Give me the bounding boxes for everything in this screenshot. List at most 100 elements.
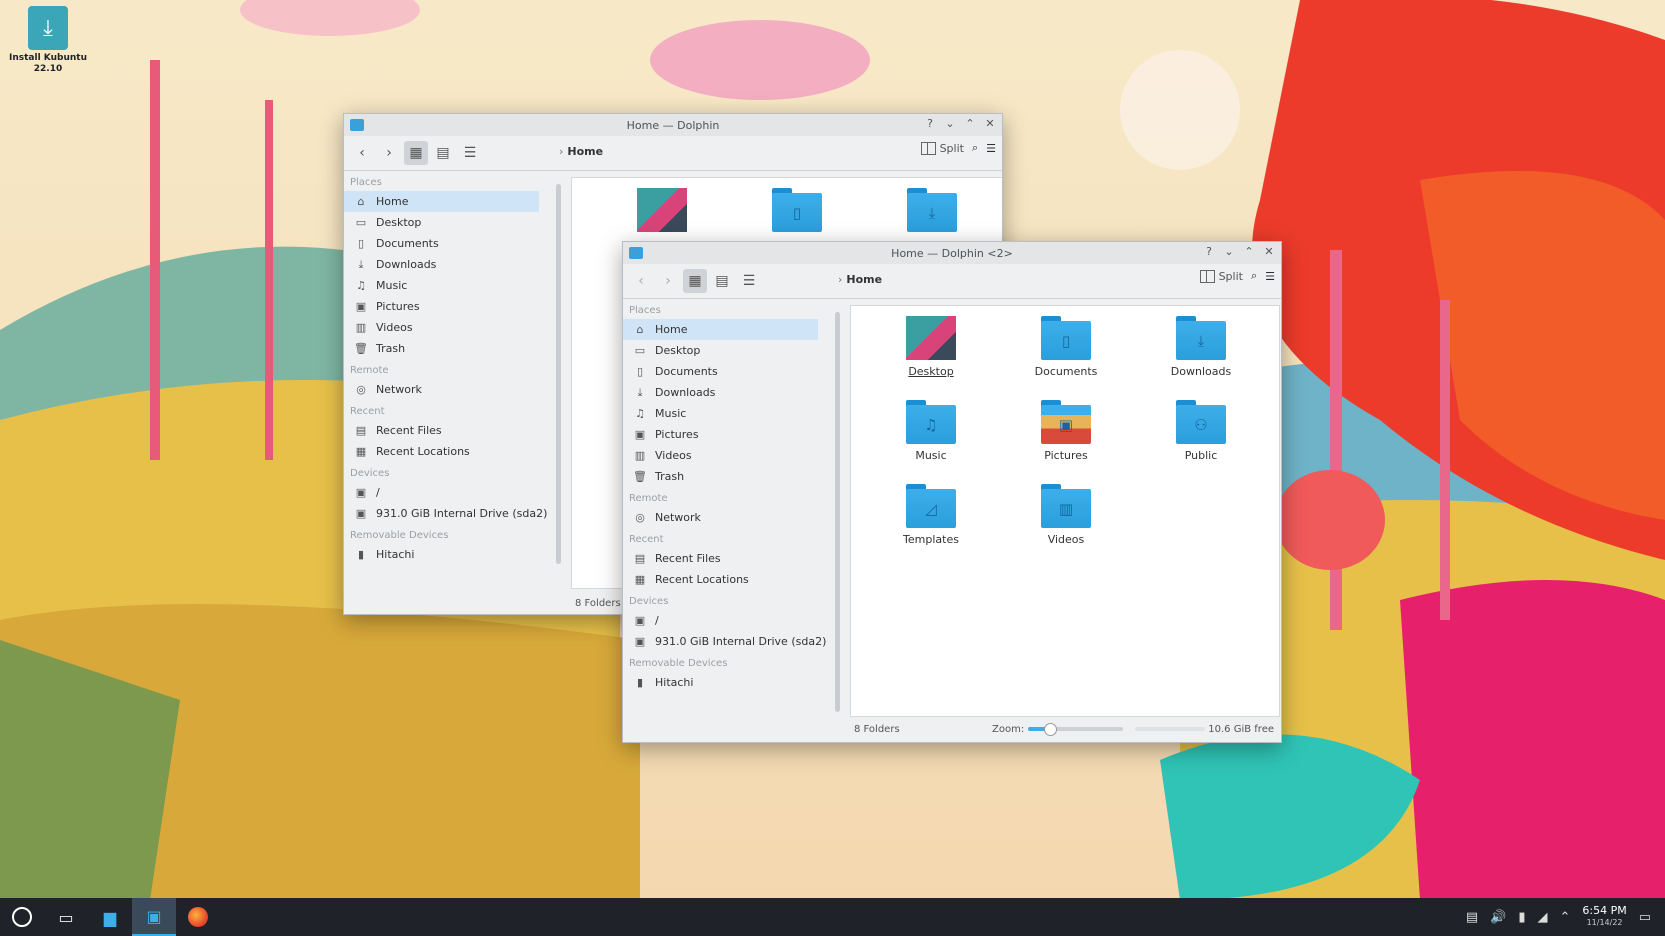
details-view-button[interactable]: ☰ [458, 141, 482, 165]
clipboard-icon[interactable]: ▤ [1466, 910, 1478, 925]
places-scrollbar[interactable] [556, 184, 561, 564]
help-icon[interactable]: ? [922, 116, 938, 132]
clock-date: 11/14/22 [1586, 918, 1623, 927]
place-downloads[interactable]: ⤓ Downloads [344, 254, 549, 275]
folder-downloads[interactable]: ⤓ [877, 188, 987, 232]
zoom-slider[interactable] [1028, 723, 1123, 736]
removable-header: Removable Devices [350, 530, 449, 541]
folder-documents[interactable]: ▯ Documents [1011, 316, 1121, 378]
folder-pictures[interactable]: ▣ Pictures [1011, 400, 1121, 462]
device-root[interactable]: ▣ / [344, 482, 549, 503]
place-documents[interactable]: ▯ Documents [344, 233, 549, 254]
search-icon[interactable]: ⌕ [972, 141, 978, 155]
remote-header: Remote [350, 365, 389, 376]
folder-desktop[interactable] [607, 188, 717, 232]
place-videos[interactable]: ▥ Videos [344, 317, 549, 338]
drive-icon: ▣ [634, 613, 646, 627]
place-documents[interactable]: ▯ Documents [623, 361, 828, 382]
place-recent-files[interactable]: ▤ Recent Files [344, 420, 549, 441]
taskbar-dolphin-1[interactable]: ▆ [88, 898, 132, 936]
forward-button[interactable]: › [656, 269, 680, 293]
status-bar: 8 Folders Zoom: 10.6 GiB free [850, 718, 1278, 740]
folder-music[interactable]: ♫ Music [876, 400, 986, 462]
compact-view-button[interactable]: ▤ [710, 269, 734, 293]
install-kubuntu-desktop-icon[interactable]: ⤓ Install Kubuntu 22.10 [8, 6, 88, 75]
back-button[interactable]: ‹ [629, 269, 653, 293]
place-desktop[interactable]: ▭ Desktop [623, 340, 828, 361]
file-view[interactable]: Desktop ▯ Documents ⤓ Downloads ♫ Music … [850, 305, 1280, 717]
minimize-icon[interactable]: ⌄ [942, 116, 958, 132]
folder-videos[interactable]: ▥ Videos [1011, 484, 1121, 546]
folder-templates[interactable]: ◿ Templates [876, 484, 986, 546]
breadcrumb[interactable]: › Home [838, 273, 882, 286]
place-desktop[interactable]: ▭ Desktop [344, 212, 549, 233]
hamburger-menu-icon[interactable]: ☰ [986, 142, 996, 155]
breadcrumb-home[interactable]: Home [567, 145, 603, 158]
compact-view-button[interactable]: ▤ [431, 141, 455, 165]
place-pictures[interactable]: ▣ Pictures [344, 296, 549, 317]
place-home[interactable]: ⌂ Home [344, 191, 539, 212]
digital-clock[interactable]: 6:54 PM 11/14/22 [1582, 905, 1626, 929]
hamburger-menu-icon[interactable]: ☰ [1265, 270, 1275, 283]
volume-icon[interactable]: 🔊 [1490, 910, 1506, 925]
tray-expand-icon[interactable]: ⌃ [1559, 910, 1570, 925]
split-button[interactable]: Split [1199, 269, 1243, 283]
breadcrumb-home[interactable]: Home [846, 273, 882, 286]
forward-button[interactable]: › [377, 141, 401, 165]
video-icon: ▥ [355, 320, 367, 334]
network-tray-icon[interactable]: ◢ [1537, 910, 1547, 925]
taskbar-firefox[interactable] [176, 898, 220, 936]
close-icon[interactable]: ✕ [1261, 244, 1277, 260]
folder-icon: ▆ [103, 907, 117, 927]
places-scrollbar[interactable] [835, 312, 840, 712]
maximize-icon[interactable]: ⌃ [962, 116, 978, 132]
place-music[interactable]: ♫ Music [623, 403, 828, 424]
place-recent-locations[interactable]: ▦ Recent Locations [623, 569, 828, 590]
device-internal-drive[interactable]: ▣ 931.0 GiB Internal Drive (sda2) [623, 631, 828, 652]
breadcrumb[interactable]: › Home [559, 145, 603, 158]
place-music[interactable]: ♫ Music [344, 275, 549, 296]
dolphin-window-front[interactable]: Home — Dolphin <2> ? ⌄ ⌃ ✕ ‹ › ▦ ▤ ☰ › Ho… [622, 241, 1282, 743]
folder-public[interactable]: ⚇ Public [1146, 400, 1256, 462]
place-network[interactable]: ◎ Network [623, 507, 828, 528]
split-button[interactable]: Split [920, 141, 964, 155]
device-hitachi[interactable]: ▮ Hitachi [344, 544, 549, 565]
place-videos[interactable]: ▥ Videos [623, 445, 828, 466]
recent-header: Recent [629, 534, 664, 545]
search-icon[interactable]: ⌕ [1251, 269, 1257, 283]
taskbar-dolphin-2[interactable]: ▣ [132, 898, 176, 936]
folder-downloads[interactable]: ⤓ Downloads [1146, 316, 1256, 378]
window-titlebar[interactable]: Home — Dolphin <2> ? ⌄ ⌃ ✕ [623, 242, 1281, 264]
minimize-icon[interactable]: ⌄ [1221, 244, 1237, 260]
place-trash[interactable]: 🗑 Trash [344, 338, 549, 359]
details-view-button[interactable]: ☰ [737, 269, 761, 293]
free-space-bar [1135, 727, 1205, 731]
back-button[interactable]: ‹ [350, 141, 374, 165]
zoom-slider-handle[interactable] [1043, 723, 1057, 736]
help-icon[interactable]: ? [1201, 244, 1217, 260]
device-hitachi[interactable]: ▮ Hitachi [623, 672, 828, 693]
templates-folder-icon: ◿ [906, 484, 956, 528]
place-trash[interactable]: 🗑 Trash [623, 466, 828, 487]
device-root[interactable]: ▣ / [623, 610, 828, 631]
folder-documents[interactable]: ▯ [742, 188, 852, 232]
place-home[interactable]: ⌂ Home [623, 319, 818, 340]
place-recent-files[interactable]: ▤ Recent Files [623, 548, 828, 569]
device-internal-drive[interactable]: ▣ 931.0 GiB Internal Drive (sda2) [344, 503, 549, 524]
place-downloads[interactable]: ⤓ Downloads [623, 382, 828, 403]
place-network[interactable]: ◎ Network [344, 379, 549, 400]
application-launcher-button[interactable] [0, 898, 44, 936]
maximize-icon[interactable]: ⌃ [1241, 244, 1257, 260]
battery-icon[interactable]: ▮ [1518, 910, 1525, 925]
place-recent-locations[interactable]: ▦ Recent Locations [344, 441, 549, 462]
icons-view-button[interactable]: ▦ [683, 269, 707, 293]
pager-button[interactable]: ▭ [44, 898, 88, 936]
devices-header: Devices [629, 596, 669, 607]
desktop-icon: ▭ [634, 343, 646, 357]
window-titlebar[interactable]: Home — Dolphin ? ⌄ ⌃ ✕ [344, 114, 1002, 136]
icons-view-button[interactable]: ▦ [404, 141, 428, 165]
show-desktop-icon[interactable]: ▭ [1639, 910, 1651, 925]
close-icon[interactable]: ✕ [982, 116, 998, 132]
place-pictures[interactable]: ▣ Pictures [623, 424, 828, 445]
folder-desktop[interactable]: Desktop [876, 316, 986, 378]
